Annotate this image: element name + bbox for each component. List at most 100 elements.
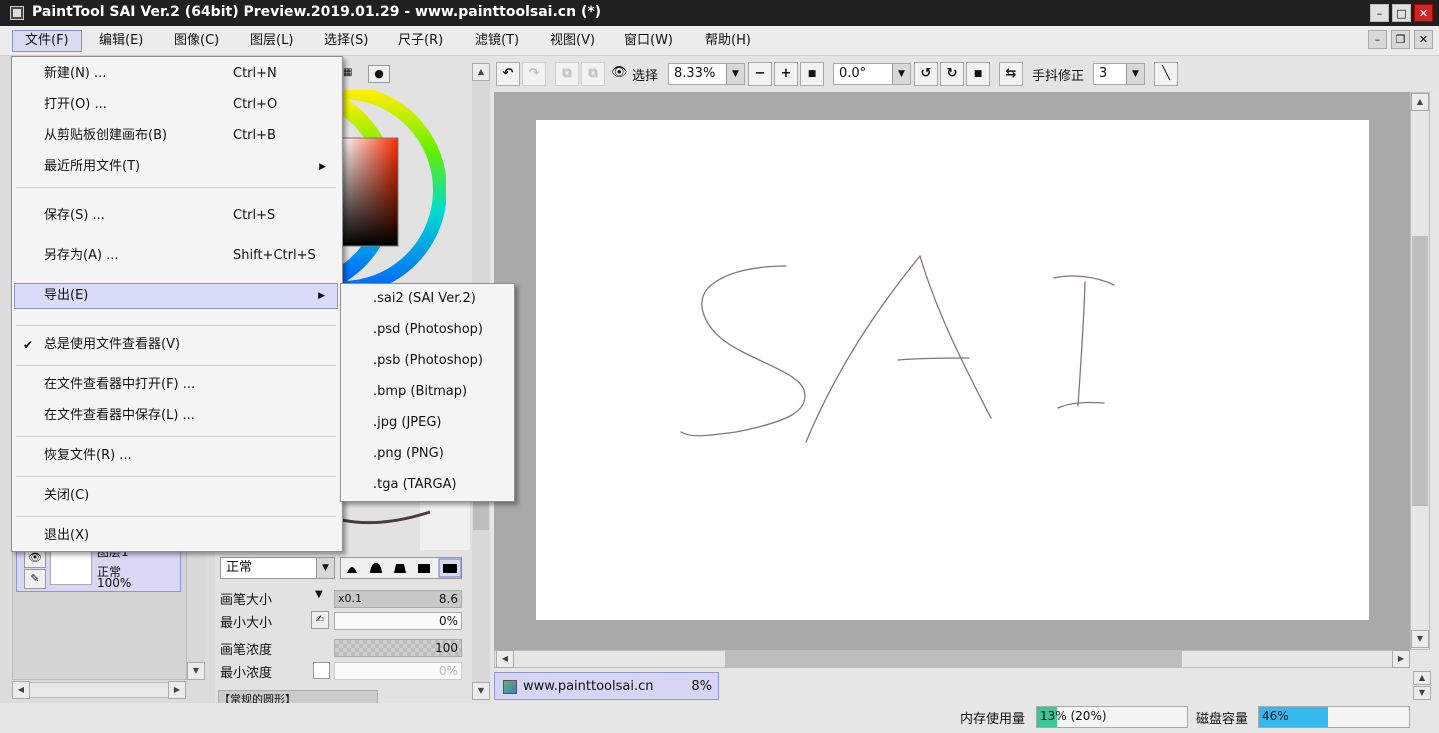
chevron-down-icon[interactable]: ▼: [726, 64, 744, 84]
layer-thumbnail: [50, 549, 92, 585]
eye-icon[interactable]: 👁: [611, 65, 628, 80]
chevron-down-icon[interactable]: ▼: [1126, 64, 1144, 84]
scroll-up-icon[interactable]: ▲: [1411, 93, 1429, 111]
swatch-grid-icon[interactable]: ▦: [343, 67, 353, 78]
memory-label: 内存使用量: [960, 712, 1026, 727]
export-submenu: .sai2 (SAI Ver.2) .psd (Photoshop) .psb …: [340, 283, 515, 502]
menu-item-open-in-file-viewer[interactable]: 在文件查看器中打开(F) ...: [14, 372, 338, 398]
export-psb[interactable]: .psb (Photoshop): [343, 346, 511, 376]
rotate-reset-button[interactable]: ■: [966, 62, 990, 86]
canvas-hscroll-thumb[interactable]: [725, 651, 1182, 667]
menu-item-close[interactable]: 关闭(C): [14, 483, 338, 509]
export-png[interactable]: .png (PNG): [343, 439, 511, 469]
min-density-slider[interactable]: 0%: [334, 662, 462, 680]
stabilizer-combo[interactable]: 3 ▼: [1093, 63, 1145, 85]
menu-item-recent-files[interactable]: 最近所用文件(T) ▶: [14, 154, 338, 180]
export-bmp[interactable]: .bmp (Bitmap): [343, 377, 511, 407]
chevron-down-icon[interactable]: ▼: [892, 64, 910, 84]
zoom-reset-button[interactable]: ■: [800, 62, 824, 86]
zoom-combo[interactable]: 8.33% ▼: [668, 63, 745, 85]
export-jpg[interactable]: .jpg (JPEG): [343, 408, 511, 438]
menu-item-open[interactable]: 打开(O) ... Ctrl+O: [14, 92, 338, 118]
mdi-minimize-button[interactable]: –: [1368, 30, 1387, 49]
mdi-close-button[interactable]: ✕: [1414, 30, 1433, 49]
canvas-vscroll-thumb[interactable]: [1412, 236, 1428, 506]
tab-scroll-up-icon[interactable]: ▲: [1413, 671, 1431, 685]
chevron-down-icon[interactable]: ▼: [316, 558, 334, 578]
blend-mode-select[interactable]: 正常 ▼: [220, 557, 335, 579]
menu-item-new-from-clipboard[interactable]: 从剪贴板创建画布(B) Ctrl+B: [14, 123, 338, 149]
window-title: PaintTool SAI Ver.2 (64bit) Preview.2019…: [32, 4, 602, 20]
scroll-left-icon[interactable]: ◀: [496, 650, 514, 668]
brush-size-slider[interactable]: x0.1 8.6: [334, 590, 462, 608]
tab-scroll-down-icon[interactable]: ▼: [1413, 686, 1431, 700]
pressure-icon[interactable]: ✍: [311, 611, 329, 629]
zoom-in-button[interactable]: +: [774, 62, 798, 86]
export-sai2[interactable]: .sai2 (SAI Ver.2): [343, 284, 511, 314]
menu-item-save[interactable]: 保存(S) ... Ctrl+S: [14, 203, 338, 229]
scroll-right-icon[interactable]: ▶: [1392, 650, 1410, 668]
menu-layer[interactable]: 图层(L): [238, 30, 305, 52]
app-icon: [10, 6, 24, 20]
undo-icon[interactable]: ↶: [496, 62, 520, 86]
menu-item-save-as[interactable]: 另存为(A) ... Shift+Ctrl+S: [14, 243, 338, 269]
brush-shape-selector[interactable]: [340, 557, 462, 579]
submenu-arrow-icon: ▶: [319, 162, 326, 172]
menu-item-label: 在文件查看器中打开(F) ...: [44, 377, 196, 392]
flip-horizontal-button[interactable]: ⇆: [999, 62, 1023, 86]
min-size-slider[interactable]: 0%: [334, 612, 462, 630]
menu-file[interactable]: 文件(F): [12, 30, 82, 52]
close-button[interactable]: ✕: [1414, 4, 1433, 22]
menu-shortcut: Ctrl+S: [233, 208, 276, 223]
maximize-button[interactable]: □: [1392, 4, 1411, 22]
document-tab[interactable]: www.painttoolsai.cn 8%: [494, 672, 719, 700]
menu-edit[interactable]: 编辑(E): [87, 30, 155, 52]
menu-ruler[interactable]: 尺子(R): [386, 30, 455, 52]
menu-shortcut: Ctrl+N: [233, 66, 277, 81]
export-tga[interactable]: .tga (TARGA): [343, 470, 511, 500]
rotate-cw-button[interactable]: ↻: [940, 62, 964, 86]
menu-window[interactable]: 窗口(W): [612, 30, 685, 52]
menu-item-label: 打开(O) ...: [44, 97, 107, 112]
mdi-restore-button[interactable]: ❐: [1391, 30, 1410, 49]
zoom-out-button[interactable]: −: [748, 62, 772, 86]
min-density-checkbox[interactable]: [313, 662, 330, 679]
menu-separator: [16, 516, 336, 517]
copy-icon[interactable]: ⧉: [555, 62, 579, 86]
export-psd[interactable]: .psd (Photoshop): [343, 315, 511, 345]
brush-preset-select[interactable]: 【常规的圆形】: [218, 690, 378, 704]
scroll-right-icon[interactable]: ▶: [168, 681, 186, 699]
menu-item-always-use-file-viewer[interactable]: ✔ 总是使用文件查看器(V): [14, 332, 338, 358]
menu-item-exit[interactable]: 退出(X): [14, 523, 338, 549]
scroll-up-icon[interactable]: ▲: [472, 63, 490, 81]
scroll-down-icon[interactable]: ▼: [472, 682, 490, 700]
pencil-icon[interactable]: ✎: [24, 569, 46, 589]
menu-image[interactable]: 图像(C): [162, 30, 231, 52]
minimize-button[interactable]: –: [1370, 4, 1389, 22]
rotate-ccw-button[interactable]: ↺: [914, 62, 938, 86]
menu-help[interactable]: 帮助(H): [693, 30, 763, 52]
size-dropdown-icon[interactable]: ▼: [315, 589, 323, 600]
menu-item-recover[interactable]: 恢复文件(R) ...: [14, 443, 338, 469]
menu-item-new[interactable]: 新建(N) ... Ctrl+N: [14, 61, 338, 87]
rotation-combo[interactable]: 0.0° ▼: [833, 63, 911, 85]
menu-filter[interactable]: 滤镜(T): [463, 30, 531, 52]
scroll-down-icon[interactable]: ▼: [187, 662, 205, 680]
scroll-left-icon[interactable]: ◀: [12, 681, 30, 699]
tool-panel-scroll-thumb[interactable]: [473, 500, 489, 530]
selection-label: 选择: [632, 69, 659, 84]
left-hscrollbar[interactable]: [12, 682, 186, 698]
straight-line-button[interactable]: ╲: [1154, 62, 1178, 86]
menu-item-save-in-file-viewer[interactable]: 在文件查看器中保存(L) ...: [14, 403, 338, 429]
menu-view[interactable]: 视图(V): [538, 30, 607, 52]
scroll-down-icon[interactable]: ▼: [1411, 630, 1429, 648]
redo-icon[interactable]: ↷: [522, 62, 546, 86]
document-icon: [503, 680, 517, 694]
menu-item-export[interactable]: 导出(E) ▶: [14, 283, 338, 309]
color-mode-icon[interactable]: ●: [368, 65, 390, 83]
menu-select[interactable]: 选择(S): [312, 30, 380, 52]
paste-icon[interactable]: ⧉: [581, 62, 605, 86]
layer-list-scrollbar[interactable]: [187, 545, 205, 680]
density-slider[interactable]: 100: [334, 639, 462, 657]
menu-separator: [16, 476, 336, 477]
